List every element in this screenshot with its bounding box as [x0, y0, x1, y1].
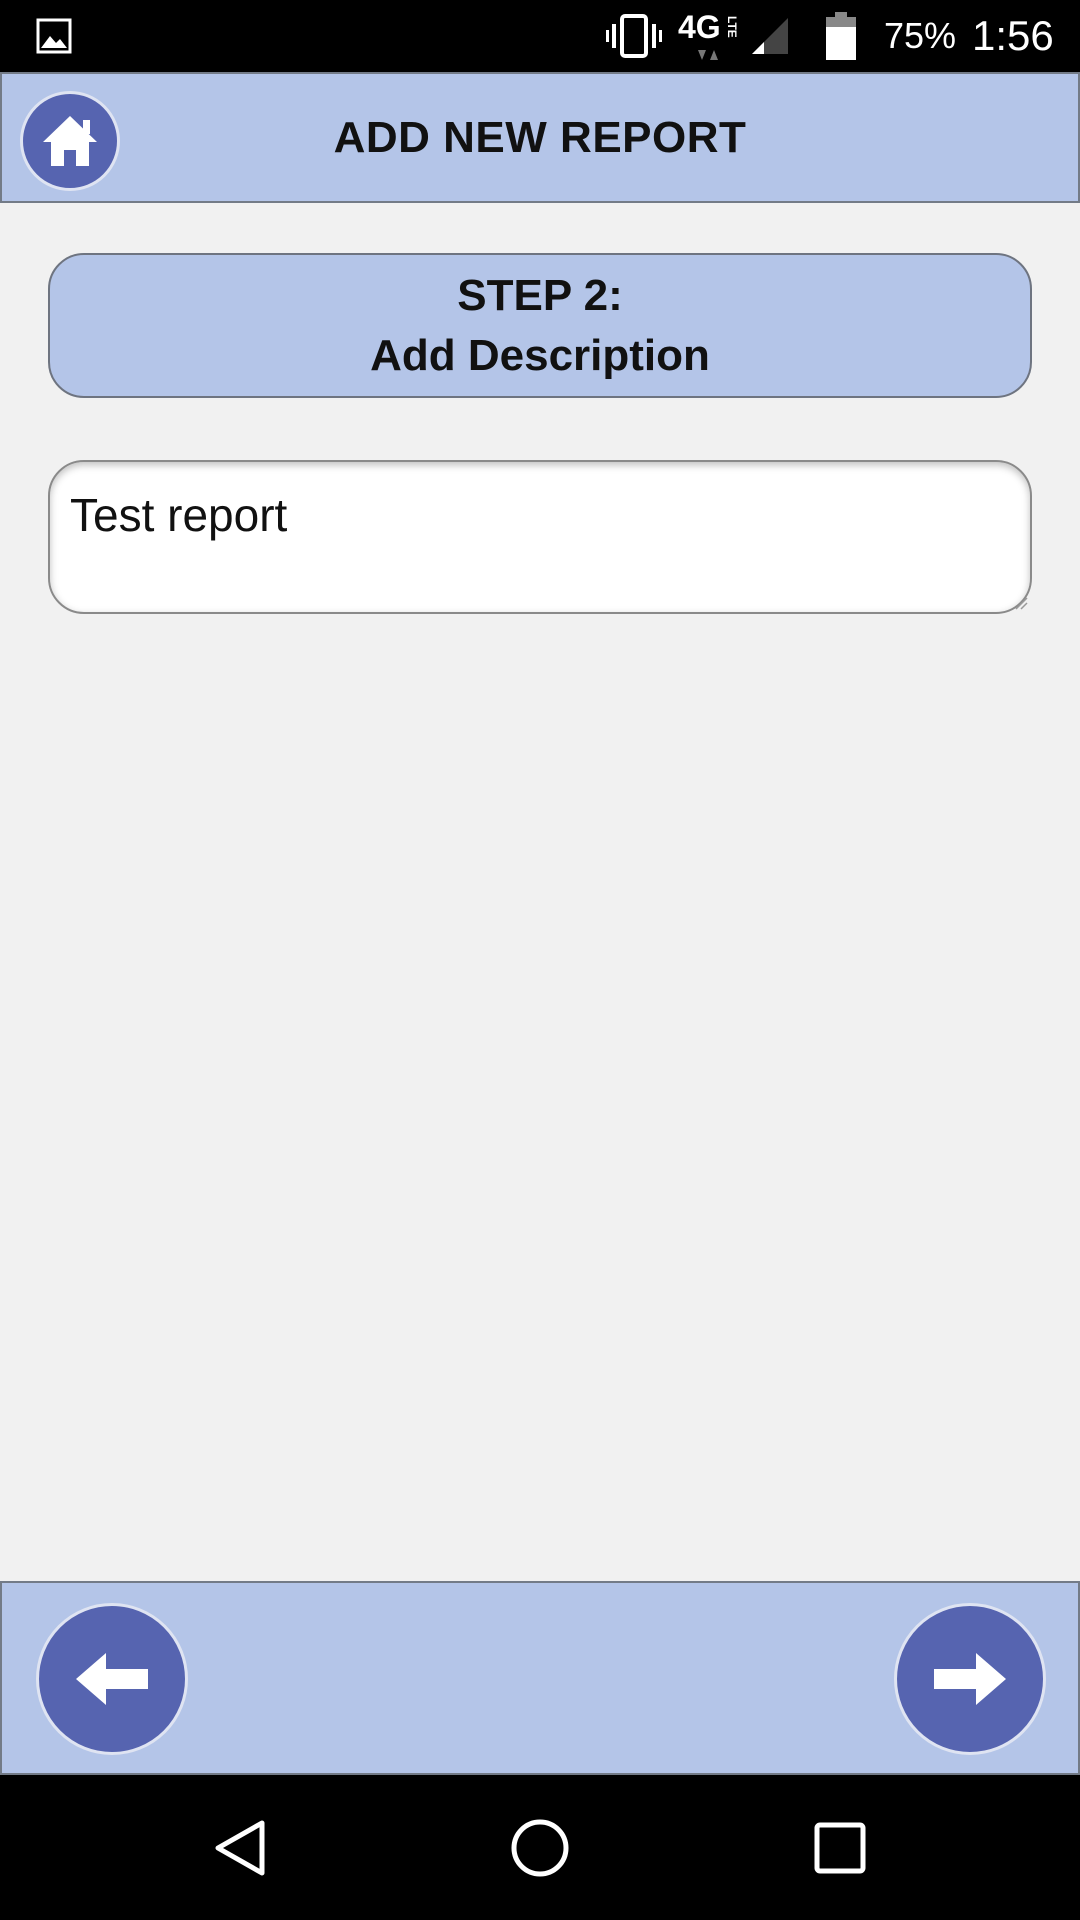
home-icon: [43, 116, 97, 166]
gallery-icon: [36, 0, 72, 72]
next-button[interactable]: [894, 1603, 1046, 1755]
resize-grip-icon[interactable]: [1014, 596, 1028, 610]
back-triangle-icon: [215, 1820, 265, 1875]
header-bar: ADD NEW REPORT: [0, 72, 1080, 203]
arrow-left-icon: [76, 1653, 148, 1705]
home-circle-icon: [511, 1819, 569, 1876]
system-back-button[interactable]: [180, 1775, 300, 1920]
home-button[interactable]: [20, 91, 120, 191]
step-number: STEP 2:: [457, 270, 623, 320]
battery-icon: [826, 0, 856, 72]
system-nav-bar: [0, 1775, 1080, 1920]
system-home-button[interactable]: [480, 1775, 600, 1920]
step-title: Add Description: [370, 330, 710, 380]
recents-square-icon: [814, 1822, 866, 1873]
description-field[interactable]: [48, 460, 1032, 614]
signal-icon: [750, 0, 790, 72]
arrow-right-icon: [934, 1653, 1006, 1705]
svg-text:4G: 4G: [678, 9, 721, 45]
network-4g-lte-icon: 4G LTE: [678, 0, 748, 72]
page-title: ADD NEW REPORT: [333, 112, 747, 162]
svg-text:LTE: LTE: [725, 16, 739, 38]
vibrate-icon: [606, 0, 662, 72]
battery-percent: 75%: [884, 15, 957, 56]
status-bar: 4G LTE 75% 1:56: [0, 0, 1080, 72]
system-recents-button[interactable]: [780, 1775, 900, 1920]
step-banner: STEP 2: Add Description: [48, 253, 1032, 398]
back-button[interactable]: [36, 1603, 188, 1755]
footer-bar: [0, 1581, 1080, 1775]
clock: 1:56: [972, 12, 1054, 59]
